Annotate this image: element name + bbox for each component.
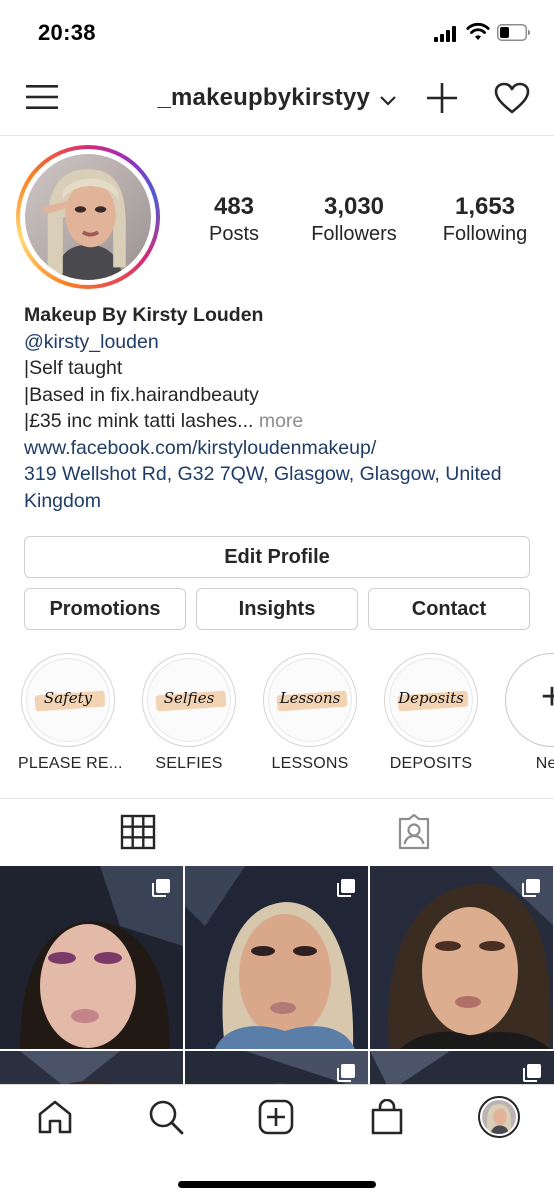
following-value: 1,653 <box>454 193 516 220</box>
highlight-label: SELFIES <box>155 755 223 772</box>
posts-grid <box>0 866 554 1084</box>
post-thumbnail[interactable] <box>370 866 553 1049</box>
following-count[interactable]: 1,653 Following <box>430 193 540 247</box>
action-buttons-row: Promotions Insights Contact <box>24 588 530 630</box>
post-thumbnail[interactable] <box>370 1051 554 1084</box>
multiple-photos-icon <box>152 879 170 897</box>
website-link[interactable]: www.facebook.com/kirstyloudenmakeup/ <box>24 435 534 462</box>
highlight-cover-text: Deposits <box>398 689 464 707</box>
insights-button[interactable]: Insights <box>196 588 358 630</box>
heart-icon[interactable] <box>494 82 530 114</box>
profile-bio: Makeup By Kirsty Louden @kirsty_louden |… <box>24 302 534 514</box>
posts-count[interactable]: 483 Posts <box>190 193 278 247</box>
followers-label: Followers <box>311 223 397 245</box>
profile-tab-avatar[interactable] <box>478 1096 520 1138</box>
plus-icon: + <box>540 676 554 718</box>
highlight-cover: Safety <box>26 658 110 742</box>
bio-line: |Based in fix.hairandbeauty <box>24 383 259 406</box>
contact-button[interactable]: Contact <box>368 588 530 630</box>
battery-icon <box>497 24 530 41</box>
followers-value: 3,030 <box>323 193 385 220</box>
posts-value: 483 <box>213 193 255 220</box>
highlight-deposits[interactable]: Deposits DEPOSITS <box>381 653 481 773</box>
bio-line: |Self taught <box>24 357 123 379</box>
profile-stats: 483 Posts 3,030 Followers 1,653 Followin… <box>190 193 540 247</box>
display-name: Makeup By Kirsty Louden <box>24 304 264 326</box>
posts-label: Posts <box>208 223 260 245</box>
bio-line-text: |£35 inc mink tatti lashes... <box>24 410 254 432</box>
highlight-selfies[interactable]: Selfies SELFIES <box>139 653 239 773</box>
highlight-ring: Deposits <box>384 653 478 747</box>
profile-content-tabs <box>0 798 554 866</box>
multiple-photos-icon <box>337 879 355 897</box>
home-indicator <box>178 1181 376 1188</box>
shop-icon[interactable] <box>369 1099 405 1135</box>
highlight-please-read[interactable]: Safety PLEASE RE... <box>18 653 123 773</box>
highlight-label: PLEASE RE... <box>18 755 123 772</box>
highlight-cover: Deposits <box>389 658 473 742</box>
profile-username: _makeupbykirstyy <box>157 84 371 111</box>
post-thumbnail[interactable] <box>185 1051 368 1084</box>
home-icon[interactable] <box>37 1099 73 1135</box>
grid-icon[interactable] <box>120 814 156 850</box>
new-highlight-cover: + <box>510 658 554 742</box>
top-navigation-bar: _makeupbykirstyy <box>0 66 554 136</box>
highlight-cover: Selfies <box>147 658 231 742</box>
avatar <box>482 1100 516 1134</box>
multiple-photos-icon <box>522 879 540 897</box>
profile-avatar <box>25 154 151 280</box>
following-label: Following <box>442 223 528 245</box>
highlight-cover-text: Safety <box>43 689 93 707</box>
avatar-border <box>20 149 156 285</box>
plus-icon[interactable] <box>426 82 458 114</box>
highlight-label: DEPOSITS <box>389 755 473 772</box>
story-highlights: Safety PLEASE RE... Selfies SELFIES Less… <box>0 653 554 783</box>
search-icon[interactable] <box>148 1099 184 1135</box>
highlight-cover-text: Selfies <box>163 689 215 707</box>
bio-more-link[interactable]: more <box>259 410 303 432</box>
address-link[interactable]: 319 Wellshot Rd, G32 7QW, Glasgow, Glasg… <box>24 461 534 514</box>
followers-count[interactable]: 3,030 Followers <box>278 193 430 247</box>
highlight-ring: Lessons <box>263 653 357 747</box>
cellular-signal-icon <box>434 26 456 42</box>
account-switcher[interactable]: _makeupbykirstyy <box>0 84 554 112</box>
mentioned-handle-link[interactable]: @kirsty_louden <box>24 329 534 356</box>
profile-avatar-story-ring[interactable] <box>16 145 160 289</box>
highlight-ring: Selfies <box>142 653 236 747</box>
add-post-icon[interactable] <box>258 1099 294 1135</box>
highlight-label: New <box>535 755 554 772</box>
post-image <box>0 1051 183 1084</box>
status-time: 20:38 <box>38 20 96 45</box>
highlight-cover: Lessons <box>268 658 352 742</box>
wifi-icon <box>466 22 490 40</box>
post-thumbnail[interactable] <box>0 866 183 1049</box>
highlight-cover-text: Lessons <box>279 689 341 707</box>
promotions-button[interactable]: Promotions <box>24 588 186 630</box>
highlight-ring: + <box>505 653 554 747</box>
tagged-icon[interactable] <box>396 814 432 850</box>
highlight-ring: Safety <box>21 653 115 747</box>
post-thumbnail[interactable] <box>0 1051 183 1084</box>
highlight-lessons[interactable]: Lessons LESSONS <box>260 653 360 773</box>
post-thumbnail[interactable] <box>185 866 368 1049</box>
bio-line-truncated: |£35 inc mink tatti lashes... more <box>24 408 534 435</box>
edit-profile-button[interactable]: Edit Profile <box>24 536 530 578</box>
highlight-new[interactable]: + New <box>502 653 554 773</box>
highlight-label: LESSONS <box>271 755 349 772</box>
status-bar: 20:38 <box>0 0 554 66</box>
multiple-photos-icon <box>337 1064 355 1082</box>
chevron-down-icon <box>379 95 396 106</box>
multiple-photos-icon <box>523 1064 541 1082</box>
